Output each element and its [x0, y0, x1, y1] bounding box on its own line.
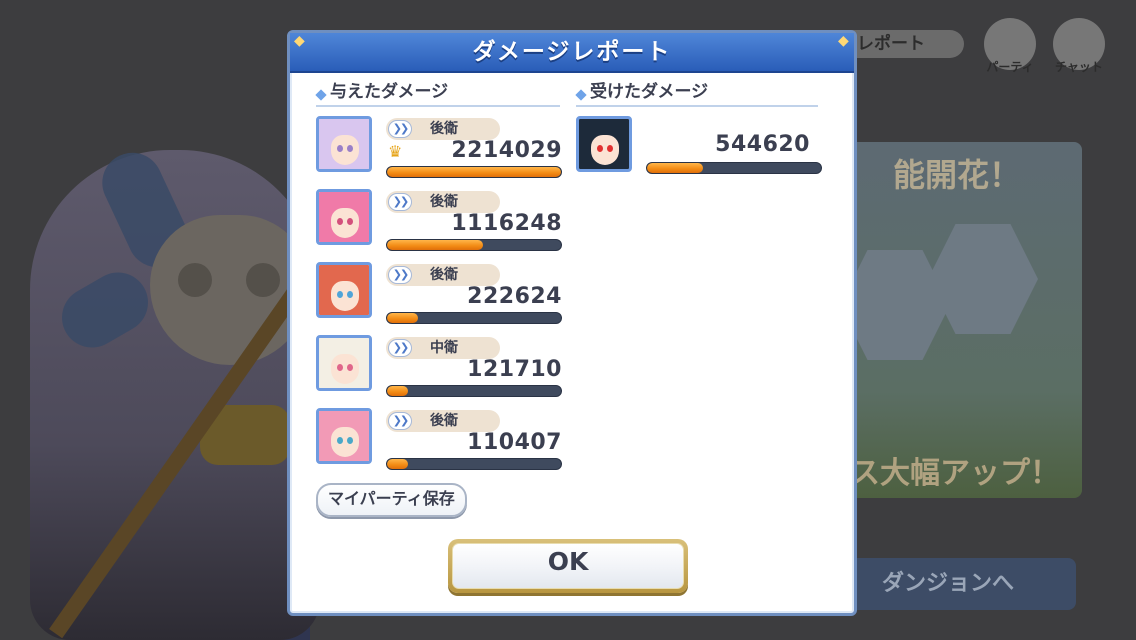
ok-button-label: OK	[547, 547, 589, 576]
position-badge: ❯❯ 中衛	[386, 337, 500, 359]
received-damage-section: 受けたダメージ	[575, 79, 818, 107]
double-chevron-icon: ❯❯	[388, 412, 412, 430]
save-party-button[interactable]: マイパーティ保存	[316, 483, 467, 517]
portrait-eye	[337, 218, 343, 225]
dealt-damage-row: ❯❯ 後衛 222624	[316, 262, 562, 330]
banner-subline: ス大幅アップ！	[850, 456, 1060, 491]
portrait-eye	[607, 145, 613, 152]
damage-bar	[386, 239, 562, 251]
position-badge: ❯❯ 後衛	[386, 410, 500, 432]
double-chevron-icon: ❯❯	[388, 193, 412, 211]
damage-bar	[386, 312, 562, 324]
received-damage-title-text: 受けたダメージ	[590, 82, 709, 102]
chat-label: チャット	[1055, 60, 1103, 74]
dialog-header: ◆ ◆ ダメージレポート	[290, 33, 854, 73]
dealt-damage-row: ❯❯ 後衛 110407	[316, 408, 562, 476]
damage-bar-fill	[387, 459, 408, 469]
dialog-title: ダメージレポート	[472, 39, 672, 65]
damage-bar	[646, 162, 822, 174]
banner-headline: 能開花！	[892, 156, 1021, 194]
position-label: 中衛	[430, 340, 458, 356]
damage-bar-fill	[387, 386, 408, 396]
portrait-eye	[347, 291, 353, 298]
character-portrait	[316, 335, 372, 391]
dungeon-button: ダンジョンへ	[820, 558, 1076, 610]
damage-value: 222624	[467, 284, 562, 309]
damage-bar-fill	[387, 167, 561, 177]
portrait-eye	[337, 437, 343, 444]
portrait-eye	[337, 291, 343, 298]
portrait-face	[331, 281, 359, 311]
dealt-damage-row: ❯❯ 後衛 ♛ 2214029	[316, 116, 562, 184]
party-label: パーティ	[986, 60, 1034, 74]
damage-bar-fill	[387, 240, 483, 250]
character-eye-right	[246, 263, 280, 297]
damage-bar	[386, 458, 562, 470]
received-damage-title: 受けたダメージ	[575, 79, 818, 107]
position-badge: ❯❯ 後衛	[386, 191, 500, 213]
enemy-portrait	[576, 116, 632, 172]
diamond-icon	[315, 89, 327, 101]
portrait-eye	[337, 145, 343, 152]
ok-button[interactable]: OK	[448, 539, 688, 593]
position-label: 後衛	[430, 413, 458, 429]
position-label: 後衛	[430, 267, 458, 283]
dealt-damage-row: ❯❯ 後衛 1116248	[316, 189, 562, 257]
position-badge: ❯❯ 後衛	[386, 118, 500, 140]
damage-bar-fill	[387, 313, 419, 323]
portrait-eye	[597, 145, 603, 152]
character-portrait	[316, 116, 372, 172]
double-chevron-icon: ❯❯	[388, 266, 412, 284]
portrait-face	[331, 208, 359, 238]
crown-icon: ♛	[388, 142, 403, 161]
position-label: 後衛	[430, 194, 458, 210]
damage-bar	[386, 166, 562, 178]
dealt-damage-section: 与えたダメージ	[315, 79, 560, 107]
portrait-eye	[347, 437, 353, 444]
damage-value: 121710	[467, 357, 562, 382]
received-damage-row: 544620	[576, 116, 822, 184]
damage-report-dialog: ◆ ◆ ダメージレポート 与えたダメージ 受けたダメージ マイパーティ保存 OK…	[287, 30, 857, 616]
banner-hex-right	[928, 224, 1038, 334]
portrait-eye	[337, 364, 343, 371]
damage-value: 110407	[467, 430, 562, 455]
dealt-damage-title-text: 与えたダメージ	[330, 82, 449, 102]
portrait-eye	[347, 364, 353, 371]
character-eye-left	[178, 263, 212, 297]
portrait-face	[331, 135, 359, 165]
diamond-icon	[575, 89, 587, 101]
damage-value: 2214029	[451, 138, 562, 163]
double-chevron-icon: ❯❯	[388, 120, 412, 138]
character-portrait	[316, 189, 372, 245]
damage-bar-fill	[647, 163, 703, 173]
double-chevron-icon: ❯❯	[388, 339, 412, 357]
portrait-face	[331, 427, 359, 457]
portrait-face	[331, 354, 359, 384]
dealt-damage-row: ❯❯ 中衛 121710	[316, 335, 562, 403]
damage-value: 544620	[715, 132, 810, 157]
character-portrait	[316, 408, 372, 464]
damage-value: 1116248	[451, 211, 562, 236]
portrait-eye	[347, 218, 353, 225]
dealt-damage-title: 与えたダメージ	[315, 79, 560, 107]
portrait-eye	[347, 145, 353, 152]
portrait-face	[591, 135, 619, 165]
position-label: 後衛	[430, 121, 458, 137]
character-portrait	[316, 262, 372, 318]
position-badge: ❯❯ 後衛	[386, 264, 500, 286]
damage-bar	[386, 385, 562, 397]
